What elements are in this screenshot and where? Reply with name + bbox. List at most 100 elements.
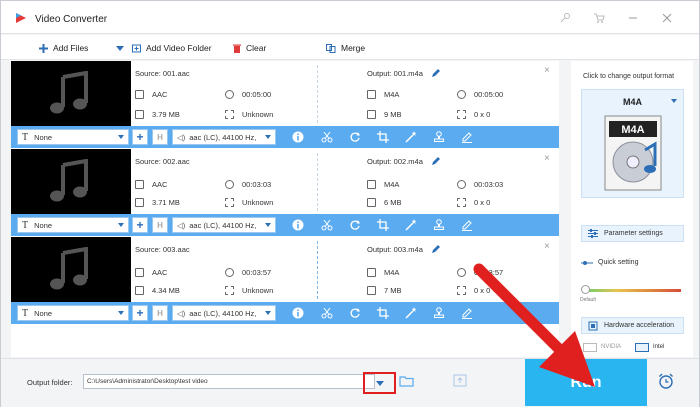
add-subtitle-button[interactable]: +: [132, 305, 148, 321]
rotate-icon[interactable]: [349, 219, 361, 231]
out-size: 7 MB: [367, 285, 402, 295]
hardware-acceleration-toggle[interactable]: Hardware acceleration: [581, 317, 684, 334]
subtitle-edit-icon[interactable]: [461, 307, 473, 319]
crop-icon[interactable]: [377, 219, 389, 231]
audio-track-select[interactable]: ◁) aac (LC), 44100 Hz,: [172, 129, 276, 145]
out-duration: 00:03:57: [457, 267, 503, 277]
add-subtitle-button[interactable]: +: [132, 217, 148, 233]
hd-button[interactable]: H: [152, 305, 168, 321]
info-icon[interactable]: [292, 219, 304, 231]
add-subtitle-button[interactable]: +: [132, 129, 148, 145]
folder-add-icon: [132, 44, 141, 52]
hd-button[interactable]: H: [152, 217, 168, 233]
add-video-folder-button[interactable]: Add Video Folder: [132, 41, 212, 55]
output-name: Output: 002.m4a: [367, 157, 423, 166]
pencil-icon[interactable]: [431, 156, 441, 166]
subtitle-select[interactable]: T None: [17, 217, 129, 233]
remove-item-icon[interactable]: ×: [544, 65, 550, 76]
item-toolbar: T None + H ◁) aac (LC), 44100 Hz,: [11, 302, 559, 324]
parameter-settings-label: Parameter settings: [604, 230, 663, 237]
src-size: 3.71 MB: [135, 197, 180, 207]
info-icon[interactable]: [292, 131, 304, 143]
subtitle-edit-icon[interactable]: [461, 131, 473, 143]
subtitle-edit-icon[interactable]: [461, 219, 473, 231]
minimize-icon[interactable]: [627, 12, 639, 24]
info-icon[interactable]: [292, 307, 304, 319]
remove-item-icon[interactable]: ×: [544, 153, 550, 164]
key-icon[interactable]: [559, 12, 571, 24]
merge-button[interactable]: Merge: [326, 41, 365, 55]
alarm-clock-icon[interactable]: [657, 372, 675, 390]
clock-icon: [457, 267, 466, 277]
music-note-icon: [50, 247, 88, 290]
format-name: M4A: [622, 97, 642, 107]
cart-icon[interactable]: [593, 12, 605, 24]
rotate-icon[interactable]: [349, 131, 361, 143]
intel-option[interactable]: Intel: [635, 341, 664, 353]
run-button[interactable]: Run: [525, 359, 647, 406]
clear-button[interactable]: Clear: [233, 41, 266, 55]
watermark-stamp-icon[interactable]: [433, 219, 445, 231]
quality-slider-handle[interactable]: [581, 285, 590, 294]
export-folder-icon[interactable]: [453, 374, 467, 387]
chevron-down-icon: [671, 99, 677, 103]
add-files-dropdown[interactable]: [116, 41, 129, 55]
chevron-down-icon: [265, 135, 271, 139]
close-icon[interactable]: [661, 12, 673, 24]
list-item[interactable]: Source: 003.aac AAC 00:03:57 4.34 MB Unk…: [11, 237, 559, 324]
run-label: Run: [570, 373, 602, 391]
open-folder-icon[interactable]: [399, 375, 415, 387]
scissors-icon[interactable]: [321, 131, 333, 143]
effects-wand-icon[interactable]: [405, 307, 417, 319]
crop-icon[interactable]: [377, 307, 389, 319]
window-title: Video Converter: [35, 14, 108, 25]
quality-slider[interactable]: [585, 289, 681, 292]
plus-icon: [39, 43, 48, 53]
clear-label: Clear: [246, 43, 267, 53]
audio-track-select[interactable]: ◁) aac (LC), 44100 Hz,: [172, 305, 276, 321]
list-item[interactable]: Source: 002.aac AAC 00:03:03 3.71 MB Unk…: [11, 149, 559, 236]
audio-track-select[interactable]: ◁) aac (LC), 44100 Hz,: [172, 217, 276, 233]
remove-item-icon[interactable]: ×: [544, 241, 550, 252]
src-duration: 00:03:57: [225, 267, 271, 277]
src-format: AAC: [135, 89, 167, 99]
watermark-stamp-icon[interactable]: [433, 307, 445, 319]
watermark-stamp-icon[interactable]: [433, 131, 445, 143]
crop-icon[interactable]: [377, 131, 389, 143]
nvidia-option[interactable]: NVIDIA: [583, 341, 621, 353]
folder-icon: [135, 109, 144, 119]
music-note-icon: [50, 71, 88, 114]
resolution-icon: [225, 109, 234, 119]
app-logo-icon: [16, 13, 26, 23]
output-folder-input[interactable]: C:\Users\Administrator\Desktop\test vide…: [83, 374, 375, 389]
effects-wand-icon[interactable]: [405, 219, 417, 231]
merge-label: Merge: [341, 43, 366, 53]
output-folder-label: Output folder:: [27, 378, 73, 387]
resolution-icon: [225, 197, 234, 207]
add-files-button[interactable]: Add Files: [39, 41, 88, 55]
file-icon: [135, 89, 144, 99]
divider: [317, 153, 318, 211]
hd-button[interactable]: H: [152, 129, 168, 145]
subtitle-select[interactable]: T None: [17, 305, 129, 321]
pencil-icon[interactable]: [431, 68, 441, 78]
scissors-icon[interactable]: [321, 219, 333, 231]
clock-icon: [457, 179, 466, 189]
scissors-icon[interactable]: [321, 307, 333, 319]
src-size: 4.34 MB: [135, 285, 180, 295]
file-icon: [367, 89, 376, 99]
src-format: AAC: [135, 267, 167, 277]
file-icon: [367, 267, 376, 277]
parameter-settings-button[interactable]: Parameter settings: [581, 225, 684, 242]
effects-wand-icon[interactable]: [405, 131, 417, 143]
clock-icon: [457, 89, 466, 99]
list-item[interactable]: Source: 001.aac AAC 00:05:00 3.79 MB Unk…: [11, 61, 559, 148]
file-list: Source: 001.aac AAC 00:05:00 3.79 MB Unk…: [11, 61, 559, 357]
chevron-down-icon: [116, 45, 124, 51]
pencil-icon[interactable]: [431, 244, 441, 254]
output-format-selector[interactable]: M4A M4A: [581, 89, 684, 198]
chevron-down-icon: [118, 135, 124, 139]
rotate-icon[interactable]: [349, 307, 361, 319]
subtitle-select[interactable]: T None: [17, 129, 129, 145]
output-folder-dropdown[interactable]: [363, 372, 396, 394]
